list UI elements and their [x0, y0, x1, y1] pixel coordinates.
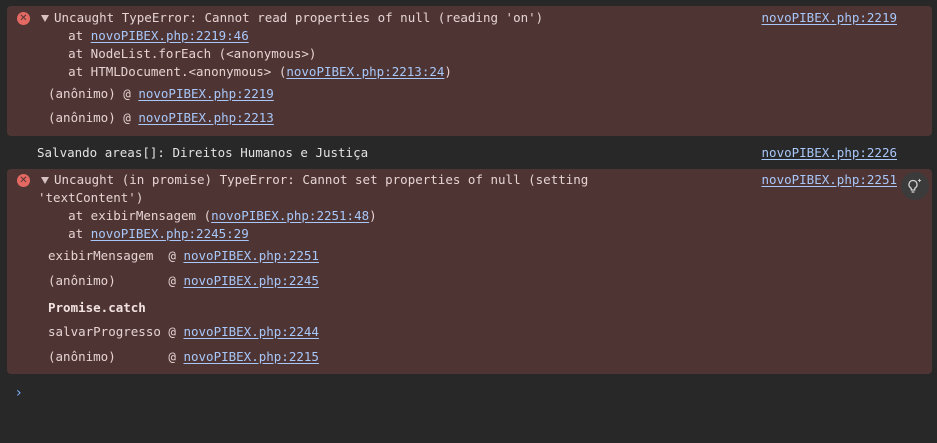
error-message-1: ✕ Uncaught TypeError: Cannot read proper… [7, 6, 932, 136]
error-circle-icon: ✕ [17, 12, 30, 25]
frame-line: salvarProgresso @ novoPIBEX.php:2244 [48, 324, 319, 339]
error-message-2: ✕ Uncaught (in promise) TypeError: Canno… [7, 169, 932, 374]
frame-line: (anônimo) @ novoPIBEX.php:2219 [48, 86, 274, 101]
frame-link[interactable]: novoPIBEX.php:2213 [138, 110, 273, 125]
error-text: 'textContent') [38, 190, 144, 205]
frame-line: exibirMensagem @ novoPIBEX.php:2251 [48, 248, 319, 263]
stack-link[interactable]: novoPIBEX.php:2251:48 [211, 208, 369, 223]
stack-line: at novoPIBEX.php:2245:29 [38, 226, 249, 241]
stack-link[interactable]: novoPIBEX.php:2245:29 [91, 226, 249, 241]
frame-line: (anônimo) @ novoPIBEX.php:2215 [48, 349, 319, 364]
log-text: Salvando areas[]: Direitos Humanos e Jus… [37, 145, 369, 160]
frame-link[interactable]: novoPIBEX.php:2215 [183, 349, 318, 364]
stack-link[interactable]: novoPIBEX.php:2213:24 [286, 64, 444, 79]
error-circle-icon: ✕ [17, 174, 30, 187]
log-message: Salvando areas[]: Direitos Humanos e Jus… [7, 138, 932, 168]
frame-link[interactable]: novoPIBEX.php:2245 [183, 273, 318, 288]
frame-link[interactable]: novoPIBEX.php:2244 [183, 324, 318, 339]
ai-insight-button[interactable] [901, 172, 929, 200]
frame-link[interactable]: novoPIBEX.php:2219 [138, 86, 273, 101]
frame-line: (anônimo) @ novoPIBEX.php:2213 [48, 110, 274, 125]
stack-line: at HTMLDocument.<anonymous> (novoPIBEX.p… [38, 64, 452, 79]
source-link[interactable]: novoPIBEX.php:2219 [762, 9, 897, 27]
stack-line: at exibirMensagem (novoPIBEX.php:2251:48… [38, 208, 377, 223]
stack-line: at novoPIBEX.php:2219:46 [38, 28, 249, 43]
frame-link[interactable]: novoPIBEX.php:2251 [183, 248, 318, 263]
stack-line: at NodeList.forEach (<anonymous>) [38, 46, 317, 61]
error-text: Uncaught (in promise) TypeError: Cannot … [54, 172, 589, 187]
expand-triangle-icon[interactable] [41, 15, 49, 22]
expand-triangle-icon[interactable] [41, 177, 49, 184]
frame-line: (anônimo) @ novoPIBEX.php:2245 [48, 273, 319, 288]
lightbulb-sparkle-icon [908, 178, 922, 193]
stack-link[interactable]: novoPIBEX.php:2219:46 [91, 28, 249, 43]
async-boundary-label: Promise.catch [48, 300, 146, 315]
source-link[interactable]: novoPIBEX.php:2226 [762, 144, 897, 162]
devtools-console: ✕ Uncaught TypeError: Cannot read proper… [0, 0, 937, 443]
source-link[interactable]: novoPIBEX.php:2251 [762, 171, 897, 189]
console-input-area[interactable]: › [0, 378, 937, 443]
error-text: Uncaught TypeError: Cannot read properti… [54, 10, 544, 25]
prompt-chevron-icon: › [16, 385, 22, 401]
